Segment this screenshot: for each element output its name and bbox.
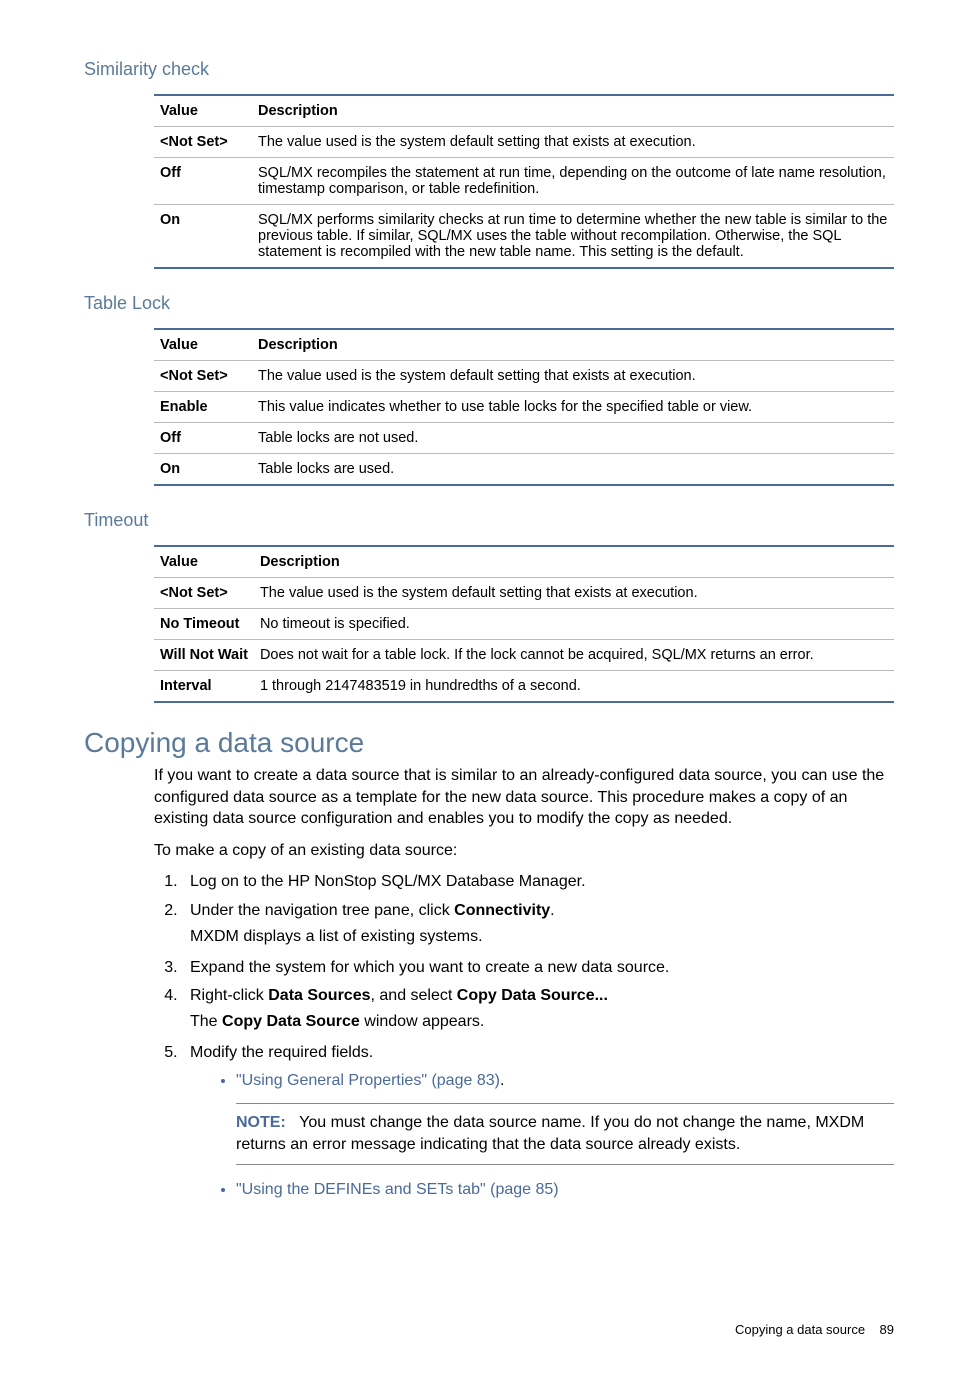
step-5-links: "Using General Properties" (page 83). NO… xyxy=(190,1070,894,1202)
cell-desc: The value used is the system default set… xyxy=(254,578,894,609)
step-2: Under the navigation tree pane, click Co… xyxy=(182,900,894,949)
table-row: Interval1 through 2147483519 in hundredt… xyxy=(154,671,894,703)
table-row: <Not Set>The value used is the system de… xyxy=(154,127,894,158)
cell-value: Off xyxy=(154,158,252,205)
heading-copying-data-source: Copying a data source xyxy=(84,727,894,759)
step-4-bold-1: Data Sources xyxy=(268,987,370,1004)
heading-table-lock: Table Lock xyxy=(84,293,894,314)
step-4-bold-2: Copy Data Source... xyxy=(457,987,608,1004)
col-value: Value xyxy=(154,546,254,578)
note-text: You must change the data source name. If… xyxy=(236,1114,864,1153)
table-similarity-check: Value Description <Not Set>The value use… xyxy=(154,94,894,269)
table-row: OnSQL/MX performs similarity checks at r… xyxy=(154,205,894,269)
col-description: Description xyxy=(254,546,894,578)
link-general-properties[interactable]: "Using General Properties" (page 83) xyxy=(236,1072,500,1089)
cell-value: On xyxy=(154,454,252,486)
step-4-sub: The Copy Data Source window appears. xyxy=(190,1011,894,1033)
cell-desc: The value used is the system default set… xyxy=(252,127,894,158)
table-row: EnableThis value indicates whether to us… xyxy=(154,392,894,423)
cell-desc: SQL/MX recompiles the statement at run t… xyxy=(252,158,894,205)
document-page: Similarity check Value Description <Not … xyxy=(0,0,954,1377)
col-value: Value xyxy=(154,329,252,361)
cell-desc: No timeout is specified. xyxy=(254,609,894,640)
cell-desc: Does not wait for a table lock. If the l… xyxy=(254,640,894,671)
heading-similarity-check: Similarity check xyxy=(84,59,894,80)
lead-paragraph: To make a copy of an existing data sourc… xyxy=(154,840,894,862)
value-description-table: Value Description <Not Set>The value use… xyxy=(154,94,894,269)
link1-suffix: . xyxy=(500,1072,504,1089)
table-table-lock: Value Description <Not Set>The value use… xyxy=(154,328,894,486)
cell-desc: Table locks are not used. xyxy=(252,423,894,454)
link-defines-sets[interactable]: "Using the DEFINEs and SETs tab" (page 8… xyxy=(236,1181,559,1198)
step-5: Modify the required fields. "Using Gener… xyxy=(182,1042,894,1202)
step-2-text: Under the navigation tree pane, click xyxy=(190,902,454,919)
table-row: Will Not WaitDoes not wait for a table l… xyxy=(154,640,894,671)
table-row: No TimeoutNo timeout is specified. xyxy=(154,609,894,640)
col-description: Description xyxy=(252,95,894,127)
body-content: If you want to create a data source that… xyxy=(154,765,894,1202)
cell-value: No Timeout xyxy=(154,609,254,640)
step-1: Log on to the HP NonStop SQL/MX Database… xyxy=(182,871,894,893)
cell-value: <Not Set> xyxy=(154,578,254,609)
cell-desc: This value indicates whether to use tabl… xyxy=(252,392,894,423)
page-footer: Copying a data source 89 xyxy=(84,1322,894,1337)
table-header-row: Value Description xyxy=(154,329,894,361)
step-4-text-c: , and select xyxy=(371,987,457,1004)
table-row: OffTable locks are not used. xyxy=(154,423,894,454)
procedure-list: Log on to the HP NonStop SQL/MX Database… xyxy=(154,871,894,1201)
cell-value: Will Not Wait xyxy=(154,640,254,671)
cell-desc: The value used is the system default set… xyxy=(252,361,894,392)
value-description-table: Value Description <Not Set>The value use… xyxy=(154,328,894,486)
cell-value: Interval xyxy=(154,671,254,703)
step-2-bold: Connectivity xyxy=(454,902,550,919)
cell-desc: Table locks are used. xyxy=(252,454,894,486)
step-3: Expand the system for which you want to … xyxy=(182,957,894,979)
note-box: NOTE: You must change the data source na… xyxy=(236,1103,894,1166)
step-2-suffix: . xyxy=(550,902,554,919)
col-value: Value xyxy=(154,95,252,127)
cell-value: Off xyxy=(154,423,252,454)
note-label: NOTE: xyxy=(236,1114,286,1131)
cell-value: <Not Set> xyxy=(154,361,252,392)
step-4-sub-a: The xyxy=(190,1013,222,1030)
link-item-defines-sets: "Using the DEFINEs and SETs tab" (page 8… xyxy=(236,1179,894,1201)
col-description: Description xyxy=(252,329,894,361)
heading-timeout: Timeout xyxy=(84,510,894,531)
footer-text: Copying a data source xyxy=(735,1322,865,1337)
step-4-text-a: Right-click xyxy=(190,987,268,1004)
link-item-general-properties: "Using General Properties" (page 83). NO… xyxy=(236,1070,894,1165)
cell-desc: SQL/MX performs similarity checks at run… xyxy=(252,205,894,269)
table-header-row: Value Description xyxy=(154,546,894,578)
table-header-row: Value Description xyxy=(154,95,894,127)
cell-value: <Not Set> xyxy=(154,127,252,158)
step-4: Right-click Data Sources, and select Cop… xyxy=(182,985,894,1034)
step-4-sub-c: window appears. xyxy=(360,1013,485,1030)
footer-page-number: 89 xyxy=(880,1322,894,1337)
table-row: <Not Set>The value used is the system de… xyxy=(154,578,894,609)
intro-paragraph: If you want to create a data source that… xyxy=(154,765,894,830)
step-2-sub: MXDM displays a list of existing systems… xyxy=(190,926,894,948)
table-timeout: Value Description <Not Set>The value use… xyxy=(154,545,894,703)
cell-desc: 1 through 2147483519 in hundredths of a … xyxy=(254,671,894,703)
step-5-text: Modify the required fields. xyxy=(190,1044,373,1061)
value-description-table: Value Description <Not Set>The value use… xyxy=(154,545,894,703)
cell-value: Enable xyxy=(154,392,252,423)
table-row: OffSQL/MX recompiles the statement at ru… xyxy=(154,158,894,205)
table-row: OnTable locks are used. xyxy=(154,454,894,486)
cell-value: On xyxy=(154,205,252,269)
table-row: <Not Set>The value used is the system de… xyxy=(154,361,894,392)
step-4-sub-bold: Copy Data Source xyxy=(222,1013,360,1030)
